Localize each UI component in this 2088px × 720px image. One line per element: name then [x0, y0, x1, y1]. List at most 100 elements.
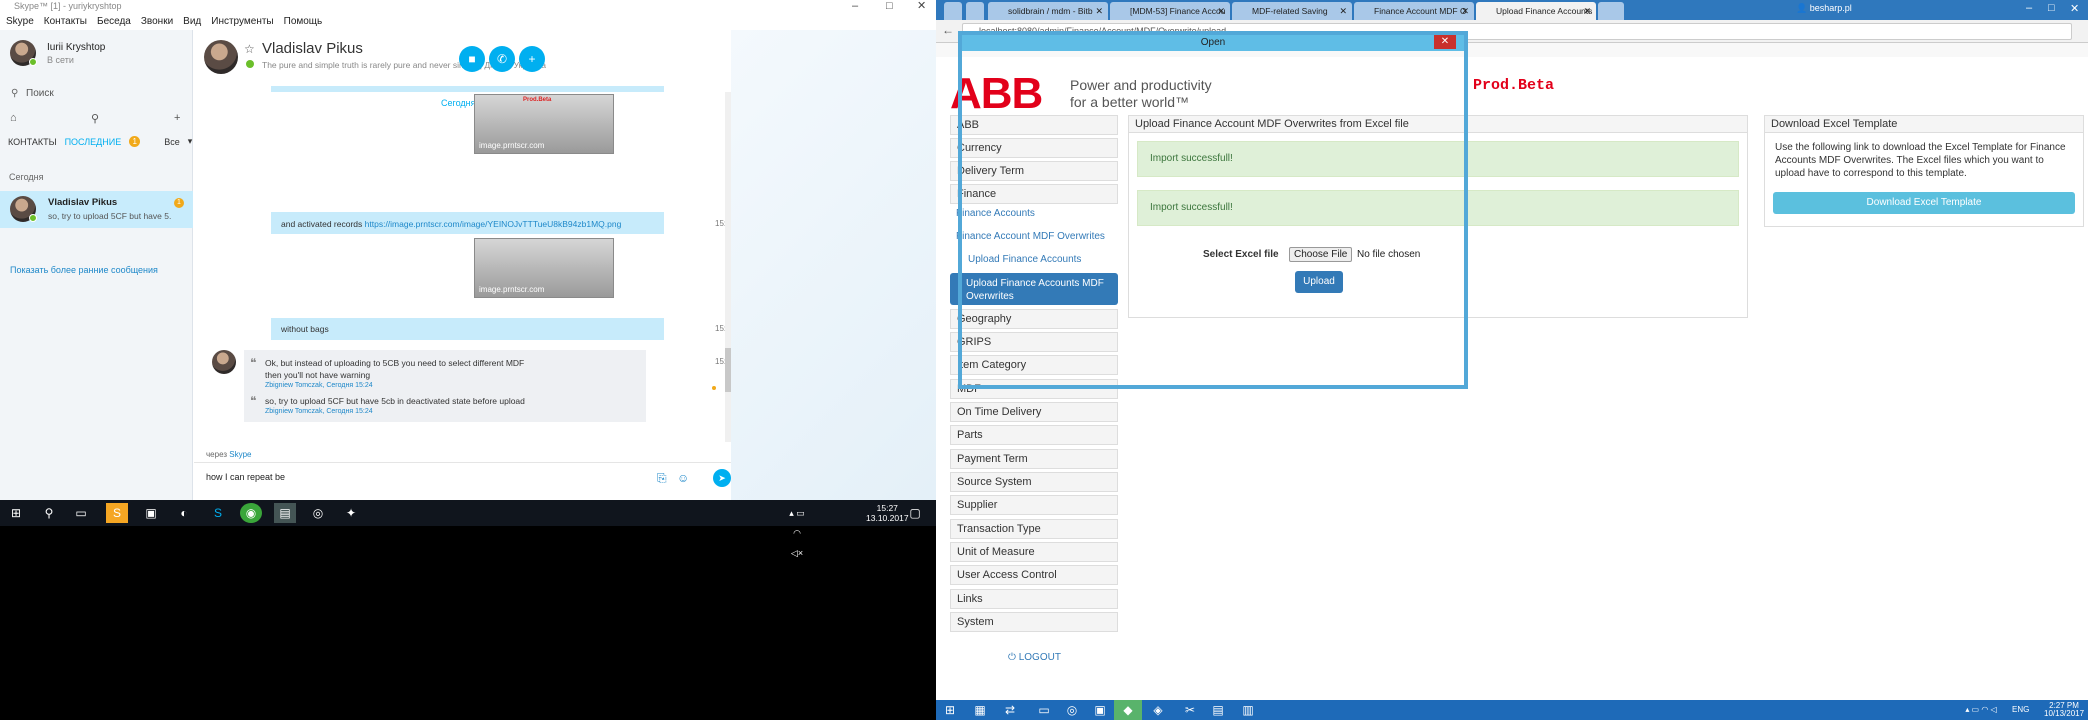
tab-recent[interactable]: ПОСЛЕДНИЕ	[65, 137, 122, 147]
via-skype-link[interactable]: Skype	[229, 450, 251, 459]
conversation-avatar[interactable]	[204, 40, 238, 74]
minimize-icon[interactable]: –	[852, 0, 858, 13]
message-link[interactable]: https://image.prntscr.com/image/YEINOJvT…	[365, 219, 622, 229]
filter-all-dropdown[interactable]: Все	[164, 137, 180, 147]
nav-item-supplier[interactable]: Supplier	[950, 495, 1118, 515]
menu-calls[interactable]: Звонки	[141, 13, 173, 30]
pinned-tab[interactable]	[944, 2, 962, 20]
send-button[interactable]: ➤	[713, 469, 731, 487]
open-file-dialog[interactable]: Open ✕	[958, 31, 1468, 389]
contact-list-item[interactable]: Vladislav Pikus so, try to upload 5CF bu…	[0, 191, 193, 228]
nav-item-parts[interactable]: Parts	[950, 425, 1118, 445]
chrome-app-icon[interactable]: ◎	[307, 503, 329, 523]
app-icon[interactable]: ◆	[1114, 700, 1142, 720]
close-icon[interactable]: ✕	[1339, 2, 1347, 20]
windows-start-icon[interactable]: ⊞	[5, 503, 27, 523]
close-icon[interactable]: ✕	[1461, 2, 1469, 20]
task-view-icon[interactable]: ▭	[70, 503, 92, 523]
close-icon[interactable]: ✕	[917, 0, 926, 13]
app-icon[interactable]: ◐	[173, 503, 195, 523]
browser-tab[interactable]: [MDM-53] Finance Accou ✕	[1110, 2, 1230, 20]
window-title: Skype™ [1] - yuriykryshtop	[14, 1, 122, 11]
browser-tab-active[interactable]: Upload Finance Accounts ✕	[1476, 2, 1596, 20]
chevron-down-icon[interactable]: ▾	[188, 136, 193, 147]
app-icon[interactable]: S	[106, 503, 128, 523]
nav-item-on-time-delivery[interactable]: On Time Delivery	[950, 402, 1118, 422]
menu-conversation[interactable]: Беседа	[97, 13, 131, 30]
home-icon[interactable]: ⌂	[10, 112, 17, 124]
nav-item-system[interactable]: System	[950, 612, 1118, 632]
skype-app-icon[interactable]: S	[207, 503, 229, 523]
online-status-icon	[246, 60, 254, 68]
nav-item-unit-of-measure[interactable]: Unit of Measure	[950, 542, 1118, 562]
new-tab-button[interactable]	[1598, 2, 1624, 20]
clock[interactable]: 2:27 PM 10/13/2017	[2044, 702, 2084, 718]
nav-item-user-access-control[interactable]: User Access Control	[950, 565, 1118, 585]
app-icon[interactable]: ▤	[1204, 700, 1232, 720]
my-name[interactable]: Iurii Kryshtop	[47, 42, 105, 53]
message-input-area[interactable]: how I can repeat be ⎘ ☺ ➤	[194, 462, 731, 492]
app-icon[interactable]: ▣	[140, 503, 162, 523]
app-icon[interactable]: ✦	[340, 503, 362, 523]
close-icon[interactable]: ✕	[1217, 2, 1225, 20]
profile-user[interactable]: 👤 besharp.pl	[1796, 3, 1852, 14]
clock[interactable]: 15:27 13.10.2017	[866, 503, 909, 523]
close-icon[interactable]: ✕	[1095, 2, 1103, 20]
nav-item-links[interactable]: Links	[950, 589, 1118, 609]
image-thumbnail[interactable]: Prod.Beta image.prntscr.com	[474, 94, 614, 154]
sender-avatar[interactable]	[212, 350, 236, 374]
pin-icon[interactable]: ⚲	[91, 112, 99, 125]
app-icon[interactable]: ✂	[1176, 700, 1204, 720]
app-icon[interactable]: ⇄	[996, 700, 1024, 720]
show-older-messages-link[interactable]: Показать более ранние сообщения	[10, 265, 158, 275]
maximize-icon[interactable]: □	[886, 0, 893, 13]
menu-skype[interactable]: Skype	[6, 13, 34, 30]
dialog-close-button[interactable]: ✕	[1434, 35, 1456, 49]
tray-icons[interactable]: ▴ ▭ ◠ ◁	[1956, 700, 2006, 720]
voice-call-button[interactable]: ✆	[489, 46, 515, 72]
app-icon[interactable]: ◈	[1144, 700, 1172, 720]
nav-item-source-system[interactable]: Source System	[950, 472, 1118, 492]
my-status[interactable]: В сети	[47, 55, 74, 65]
folder-icon[interactable]: ▭	[1030, 700, 1058, 720]
search-input[interactable]: Поиск	[26, 88, 54, 99]
pinned-tab[interactable]	[966, 2, 984, 20]
windows-start-icon[interactable]: ⊞	[936, 700, 964, 720]
image-thumbnail[interactable]: image.prntscr.com	[474, 238, 614, 298]
favorite-star-icon[interactable]: ☆	[244, 42, 255, 56]
app-icon[interactable]: ▥	[1234, 700, 1262, 720]
video-call-button[interactable]: ■	[459, 46, 485, 72]
logout-link[interactable]: ⏻ LOGOUT	[1008, 652, 1061, 663]
close-icon[interactable]: ✕	[1583, 2, 1591, 20]
add-icon[interactable]: +	[174, 112, 180, 124]
app-icon[interactable]: ▤	[274, 503, 296, 523]
notifications-icon[interactable]: ▢	[904, 503, 926, 523]
browser-tab[interactable]: Finance Account MDF O ✕	[1354, 2, 1474, 20]
app-icon[interactable]: ▦	[966, 700, 994, 720]
dialog-title[interactable]: Open	[962, 35, 1464, 51]
nav-item-transaction-type[interactable]: Transaction Type	[950, 519, 1118, 539]
menu-tools[interactable]: Инструменты	[211, 13, 273, 30]
nav-item-payment-term[interactable]: Payment Term	[950, 449, 1118, 469]
maximize-icon[interactable]: □	[2048, 2, 2055, 14]
minimize-icon[interactable]: –	[2026, 2, 2032, 14]
search-icon[interactable]: ⚲	[38, 503, 60, 523]
tab-contacts[interactable]: КОНТАКТЫ	[8, 137, 57, 147]
attachment-icon[interactable]: ⎘	[657, 471, 667, 486]
back-icon[interactable]: ←	[942, 23, 954, 37]
menu-view[interactable]: Вид	[183, 13, 201, 30]
message-input[interactable]: how I can repeat be	[206, 472, 285, 482]
save-icon[interactable]: ▣	[1086, 700, 1114, 720]
close-icon[interactable]: ✕	[2070, 2, 2079, 15]
menu-help[interactable]: Помощь	[284, 13, 323, 30]
input-language[interactable]: ENG	[2012, 705, 2029, 714]
menu-contacts[interactable]: Контакты	[44, 13, 87, 30]
add-people-button[interactable]: +	[519, 46, 545, 72]
chrome-app-icon[interactable]: ◎	[1058, 700, 1086, 720]
browser-tab[interactable]: MDF-related Saving ✕	[1232, 2, 1352, 20]
app-icon[interactable]: ◉	[240, 503, 262, 523]
tray-icons[interactable]: ▴ ▭ ◠ ◁×	[786, 503, 808, 558]
browser-tab[interactable]: solidbrain / mdm - Bitb ✕	[988, 2, 1108, 20]
emoticon-icon[interactable]: ☺	[677, 471, 689, 485]
download-template-button[interactable]: Download Excel Template	[1773, 192, 2075, 214]
